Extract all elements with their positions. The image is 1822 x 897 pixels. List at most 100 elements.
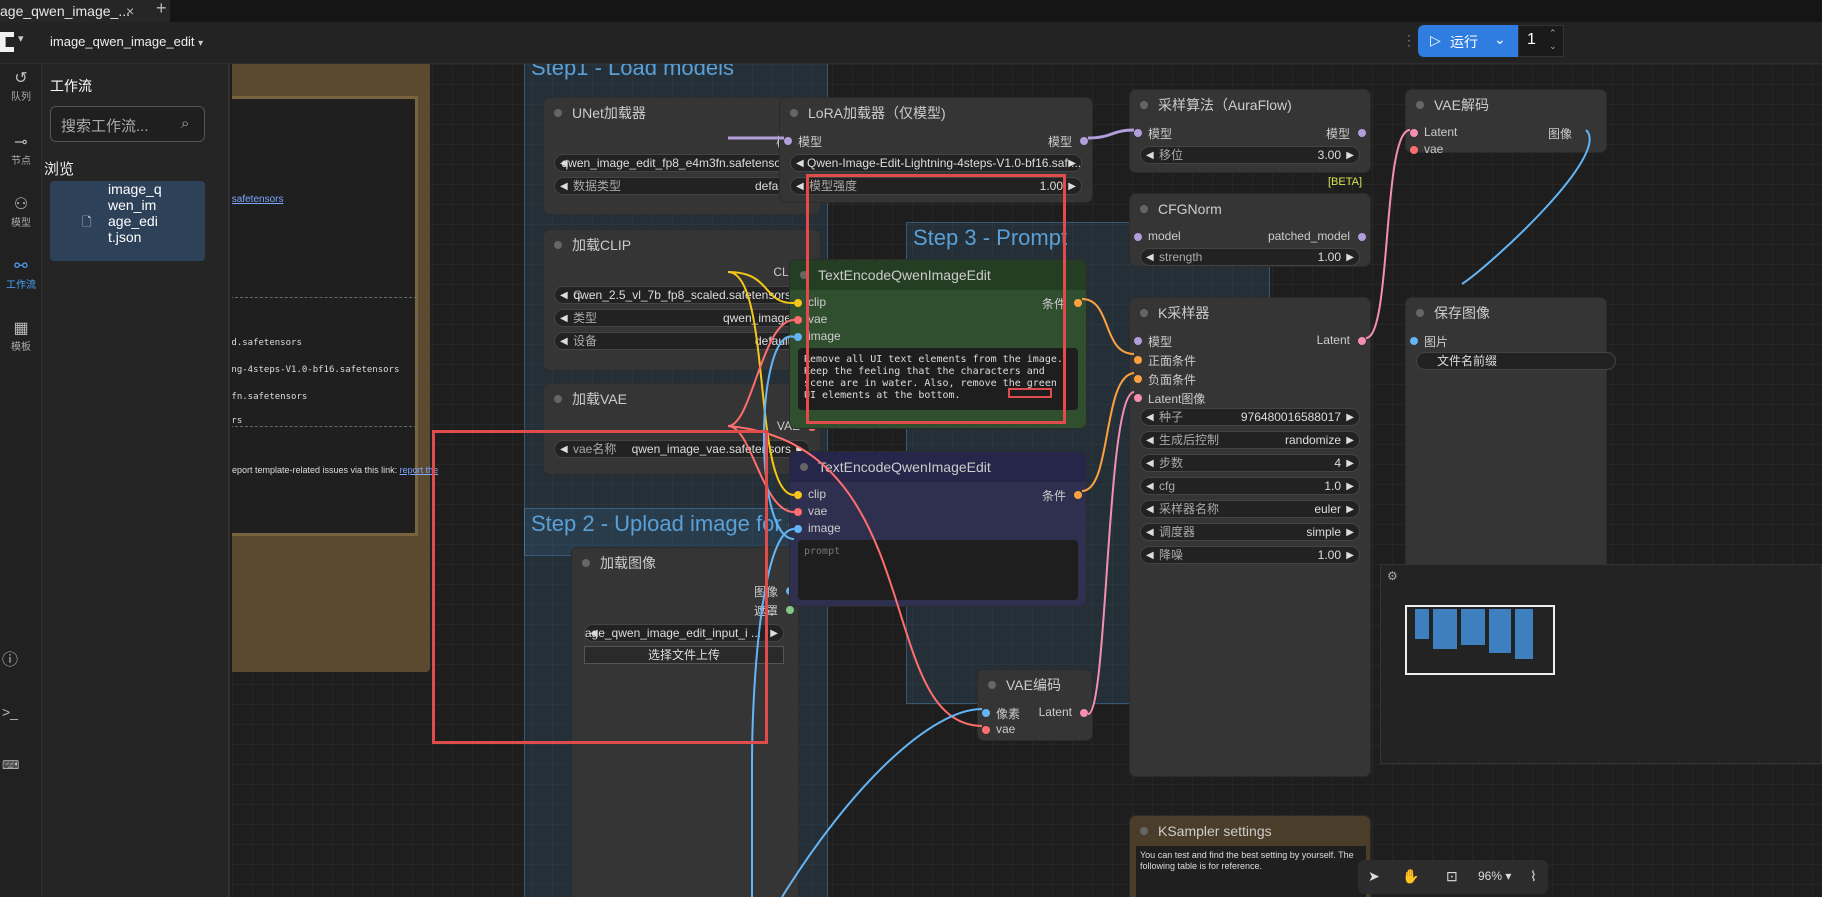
chevron-up-icon[interactable]: ⌃ bbox=[1549, 28, 1557, 39]
node-unet-loader[interactable]: UNet加载器 模型 ◀...qwen_image_edit_fp8_e4m3f… bbox=[544, 98, 820, 214]
sidebar-item-workflows[interactable]: ⚯ 工作流 bbox=[0, 258, 42, 291]
collapse-dot[interactable] bbox=[1140, 827, 1148, 835]
graph-canvas[interactable]: .safetensors ed.safetensors ing-4steps-V… bbox=[232, 64, 1822, 897]
close-icon[interactable]: × bbox=[126, 0, 134, 22]
output-pin[interactable] bbox=[1080, 709, 1088, 717]
widget-clip-name[interactable]: ◀ C ... qwen_2.5_vl_7b_fp8_scaled.safetens… bbox=[554, 286, 810, 304]
minimap-settings-icon[interactable]: ⚙ bbox=[1387, 569, 1398, 583]
toggle-links-icon[interactable]: ⌇ bbox=[1530, 868, 1537, 885]
widget-steps[interactable]: ◀ 步数 4 ▶ bbox=[1140, 454, 1360, 472]
note-node[interactable]: .safetensors ed.safetensors ing-4steps-V… bbox=[232, 64, 438, 672]
node-title[interactable]: TextEncodeQwenImageEdit bbox=[790, 452, 1086, 482]
input-pin[interactable] bbox=[1410, 129, 1418, 137]
node-title[interactable]: 保存图像 bbox=[1406, 298, 1606, 328]
widget-cfg[interactable]: ◀ cfg 1.0 ▶ bbox=[1140, 477, 1360, 495]
collapse-dot[interactable] bbox=[790, 109, 798, 117]
node-title[interactable]: LoRA加载器（仅模型) bbox=[780, 98, 1092, 128]
app-logo-icon[interactable] bbox=[0, 32, 14, 52]
sidebar-item-queue[interactable]: ↺ 队列 bbox=[0, 70, 42, 103]
sidebar-item-models[interactable]: ⚇ 模型 bbox=[0, 196, 42, 229]
collapse-dot[interactable] bbox=[554, 395, 562, 403]
search-icon[interactable]: ⌕ bbox=[181, 115, 189, 132]
sidebar-item-templates[interactable]: ▦ 模板 bbox=[0, 320, 42, 353]
keyboard-icon[interactable]: ⌨ bbox=[2, 758, 19, 772]
widget-clip-device[interactable]: ◀设备default▶ bbox=[554, 332, 810, 350]
input-pin[interactable] bbox=[1410, 337, 1418, 345]
input-pin[interactable] bbox=[1134, 375, 1142, 383]
input-pin[interactable] bbox=[794, 508, 802, 516]
batch-count-stepper[interactable]: 1 ⌃ ⌄ bbox=[1518, 25, 1564, 57]
widget-control-after-generate[interactable]: ◀ 生成后控制 randomize ▶ bbox=[1140, 431, 1360, 449]
help-icon[interactable]: ⓘ bbox=[2, 646, 18, 670]
input-pin[interactable] bbox=[1134, 394, 1142, 402]
fit-view-icon[interactable]: ⊡ bbox=[1446, 868, 1458, 885]
workflow-title[interactable]: image_qwen_image_edit ▾ bbox=[50, 34, 203, 49]
output-pin[interactable] bbox=[1074, 491, 1082, 499]
collapse-dot[interactable] bbox=[1416, 101, 1424, 109]
zoom-level[interactable]: 96% ▾ bbox=[1478, 869, 1511, 883]
output-pin[interactable] bbox=[786, 606, 794, 614]
widget-strength[interactable]: ◀ strength 1.00 ▶ bbox=[1140, 248, 1360, 266]
input-pin[interactable] bbox=[784, 137, 792, 145]
widget-scheduler[interactable]: ◀ 调度器 simple ▶ bbox=[1140, 523, 1360, 541]
input-pin[interactable] bbox=[794, 525, 802, 533]
new-tab-icon[interactable]: + bbox=[156, 0, 167, 19]
input-pin[interactable] bbox=[1134, 337, 1142, 345]
node-title[interactable]: K采样器 bbox=[1130, 298, 1370, 328]
node-title[interactable]: 采样算法（AuraFlow) bbox=[1130, 90, 1370, 120]
node-text-encode-negative[interactable]: TextEncodeQwenImageEdit clip vae image 条… bbox=[790, 452, 1086, 606]
input-pin[interactable] bbox=[982, 726, 990, 734]
output-pin[interactable] bbox=[1358, 129, 1366, 137]
prompt-textarea[interactable]: prompt bbox=[798, 540, 1078, 600]
widget-clip-type[interactable]: ◀类型qwen_image▶ bbox=[554, 309, 810, 327]
input-pin[interactable] bbox=[794, 333, 802, 341]
widget-weight-dtype[interactable]: ◀数据类型default▶ bbox=[554, 177, 810, 195]
node-title[interactable]: VAE编码 bbox=[978, 670, 1092, 700]
input-pin[interactable] bbox=[794, 316, 802, 324]
node-title[interactable]: VAE解码 bbox=[1406, 90, 1606, 120]
output-pin[interactable] bbox=[1358, 337, 1366, 345]
widget-unet-name[interactable]: ◀... qwen_image_edit_fp8_e4m3fn.safetenso… bbox=[554, 154, 810, 172]
node-title[interactable]: UNet加载器 bbox=[544, 98, 820, 128]
sidebar-item-nodes[interactable]: ⊸ 节点 bbox=[0, 134, 42, 167]
input-pin[interactable] bbox=[794, 491, 802, 499]
node-title[interactable]: KSampler settings bbox=[1130, 816, 1370, 846]
node-clip-loader[interactable]: 加载CLIP CLIP ◀ C ... qwen_2.5_vl_7b_fp8_sca… bbox=[544, 230, 820, 370]
note-link[interactable]: .safetensors bbox=[232, 194, 283, 205]
logo-menu-chevron-icon[interactable]: ▾ bbox=[18, 32, 24, 45]
input-pin[interactable] bbox=[794, 299, 802, 307]
node-title[interactable]: CFGNorm bbox=[1130, 194, 1370, 224]
chevron-down-icon[interactable]: ⌄ bbox=[1549, 41, 1557, 52]
widget-denoise[interactable]: ◀ 降噪 1.00 ▶ bbox=[1140, 546, 1360, 564]
node-title[interactable]: 加载VAE bbox=[544, 384, 820, 414]
node-cfgnorm[interactable]: CFGNorm model patched_model ◀ strength 1.0… bbox=[1130, 194, 1370, 266]
widget-sampler-name[interactable]: ◀ 采样器名称 euler ▶ bbox=[1140, 500, 1360, 518]
input-pin[interactable] bbox=[1134, 356, 1142, 364]
minimap[interactable]: ⚙ bbox=[1380, 564, 1822, 764]
input-pin[interactable] bbox=[1134, 233, 1142, 241]
hand-pan-icon[interactable]: ✋ bbox=[1402, 868, 1419, 885]
output-pin[interactable] bbox=[1358, 233, 1366, 241]
collapse-dot[interactable] bbox=[554, 109, 562, 117]
workflow-file-item[interactable]: 🗋 image_qwen_image_edit.json bbox=[50, 181, 205, 261]
collapse-dot[interactable] bbox=[1140, 101, 1148, 109]
collapse-dot[interactable] bbox=[1416, 309, 1424, 317]
search-field[interactable]: 搜索工作流... ⌕ bbox=[50, 106, 205, 142]
collapse-dot[interactable] bbox=[800, 463, 808, 471]
collapse-dot[interactable] bbox=[1140, 205, 1148, 213]
collapse-dot[interactable] bbox=[554, 241, 562, 249]
output-pin[interactable] bbox=[1080, 137, 1088, 145]
node-vae-encode[interactable]: VAE编码 像素 vae Latent bbox=[978, 670, 1092, 740]
output-pin[interactable] bbox=[1074, 299, 1082, 307]
node-ksampler[interactable]: K采样器 模型 正面条件 负面条件 Latent图像 Latent ◀ 种子 976… bbox=[1130, 298, 1370, 776]
widget-shift[interactable]: ◀ 移位 3.00 ▶ bbox=[1140, 146, 1360, 164]
collapse-dot[interactable] bbox=[1140, 309, 1148, 317]
select-pointer-icon[interactable]: ➤ bbox=[1368, 868, 1380, 885]
widget-lora-name[interactable]: ◀ Qwen-Image-Edit-Lightning-4steps-V1.0-b… bbox=[790, 154, 1082, 172]
node-model-sampling-auraflow[interactable]: 采样算法（AuraFlow) 模型 模型 ◀ 移位 3.00 ▶ [BETA] bbox=[1130, 90, 1370, 188]
input-pin[interactable] bbox=[982, 709, 990, 717]
input-pin[interactable] bbox=[1134, 129, 1142, 137]
node-title[interactable]: 加载CLIP bbox=[544, 230, 820, 260]
collapse-dot[interactable] bbox=[988, 681, 996, 689]
widget-filename-prefix[interactable]: 文件名前缀 bbox=[1416, 352, 1616, 370]
